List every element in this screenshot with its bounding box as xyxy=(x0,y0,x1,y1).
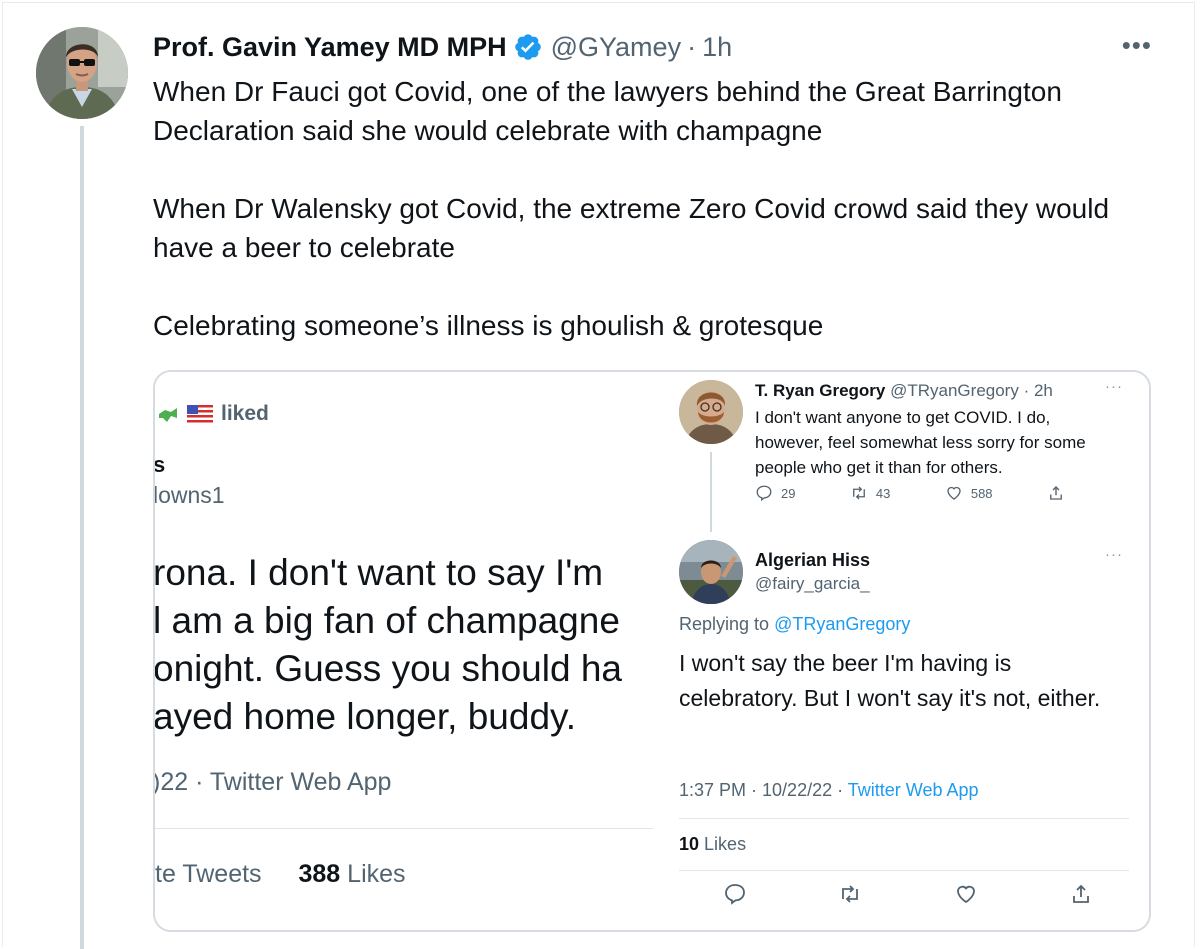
screenshot-tweet-body: rona. I don't want to say I'm l am a big… xyxy=(155,549,622,741)
replying-mention: @TRyanGregory xyxy=(774,614,911,634)
tweet1-text: I don't want anyone to get COVID. I do, … xyxy=(755,408,1086,477)
tweet2-handle: @fairy_garcia_ xyxy=(755,574,870,593)
body-line: l am a big fan of champagne xyxy=(155,600,620,641)
likes-label: Likes xyxy=(347,860,406,888)
reply-thread-line xyxy=(710,452,712,532)
crocodile-emoji-icon xyxy=(159,408,177,422)
tweet2-text: I won't say the beer I'm having is celeb… xyxy=(679,650,1101,711)
replying-prefix: Replying to xyxy=(679,614,770,634)
tweet2-likes-count: 10 xyxy=(679,834,700,854)
retweet-icon xyxy=(852,486,865,500)
attached-image[interactable]: liked s lowns1 rona. I don't want to say… xyxy=(153,370,1151,932)
handle-fragment: lowns1 xyxy=(155,482,225,508)
left-screenshot: liked s lowns1 rona. I don't want to say… xyxy=(155,372,653,930)
share-icon xyxy=(1050,486,1062,500)
tweet-paragraph: Celebrating someone’s illness is ghoulis… xyxy=(153,310,824,341)
divider xyxy=(679,818,1129,819)
tweet2-author: Algerian Hiss xyxy=(755,550,871,570)
tweet-time[interactable]: 1h xyxy=(702,32,732,63)
thread-line xyxy=(80,126,84,949)
more-icon: ··· xyxy=(1105,546,1123,563)
tweet2-meta: 1:37 PM · 10/22/22 · Twitter Web App xyxy=(679,780,979,801)
retweet-action: 43 xyxy=(850,484,890,502)
author-name[interactable]: Prof. Gavin Yamey MD MPH xyxy=(153,32,507,63)
body-line: onight. Guess you should ha xyxy=(155,648,622,689)
tweet2-likes: 10 Likes xyxy=(679,834,746,855)
like-icon xyxy=(947,486,961,500)
tweet1-handle-time: @TRyanGregory · 2h xyxy=(890,381,1053,400)
replying-to: Replying to @TRyanGregory xyxy=(679,614,910,635)
reply-icon xyxy=(756,485,772,502)
tweet-paragraph: When Dr Walensky got Covid, the extreme … xyxy=(153,193,1110,263)
name-fragment: s xyxy=(155,452,165,478)
divider xyxy=(679,870,1129,871)
divider xyxy=(155,828,653,829)
tweet1-author: T. Ryan Gregory xyxy=(755,381,886,400)
like-action: 588 xyxy=(945,484,993,502)
us-flag-emoji-icon xyxy=(187,405,213,423)
author-handle[interactable]: @GYamey xyxy=(551,32,681,63)
tweet1-actions: 29 43 588 xyxy=(755,484,1065,502)
tweet-text: When Dr Fauci got Covid, one of the lawy… xyxy=(153,72,1153,345)
tweet2-actions xyxy=(723,882,1093,906)
screenshot-meta: )22 · Twitter Web App xyxy=(155,768,392,796)
liked-line: liked xyxy=(159,402,269,426)
author-avatar[interactable] xyxy=(36,27,128,119)
reply-icon xyxy=(725,884,745,905)
retweet-icon xyxy=(842,885,859,903)
body-line: rona. I don't want to say I'm xyxy=(155,552,604,593)
body-line: ayed home longer, buddy. xyxy=(155,696,577,737)
tweet1-header: T. Ryan Gregory @TRyanGregory · 2h xyxy=(755,381,1053,401)
gregory-avatar xyxy=(679,380,743,444)
tweet2-likes-label: Likes xyxy=(704,834,747,854)
reply-action: 29 xyxy=(755,484,795,502)
likes-count: 388 xyxy=(298,860,341,888)
like-icon xyxy=(956,885,975,904)
tweet-paragraph: When Dr Fauci got Covid, one of the lawy… xyxy=(153,76,1062,146)
tweet2-app: Twitter Web App xyxy=(847,780,979,800)
verified-badge-icon xyxy=(514,34,541,60)
like-count: 588 xyxy=(970,485,993,501)
retweet-count: 43 xyxy=(875,485,891,501)
tweet2-timestamp: 1:37 PM · 10/22/22 · xyxy=(679,780,848,800)
share-action xyxy=(1047,484,1065,502)
screenshot-stats: te Tweets 388 Likes xyxy=(155,860,406,889)
more-icon: ··· xyxy=(1105,378,1123,395)
retweets-fragment: te Tweets xyxy=(155,860,262,888)
tweet-header: Prof. Gavin Yamey MD MPH @GYamey · 1h xyxy=(153,29,732,65)
more-icon[interactable]: ••• xyxy=(1122,30,1152,61)
algerian-hiss-avatar xyxy=(679,540,743,604)
share-icon xyxy=(1073,884,1089,903)
reply-count: 29 xyxy=(781,485,796,501)
separator-dot: · xyxy=(687,31,697,62)
right-screenshot: T. Ryan Gregory @TRyanGregory · 2h ··· I… xyxy=(653,372,1149,930)
liked-label: liked xyxy=(221,402,269,425)
